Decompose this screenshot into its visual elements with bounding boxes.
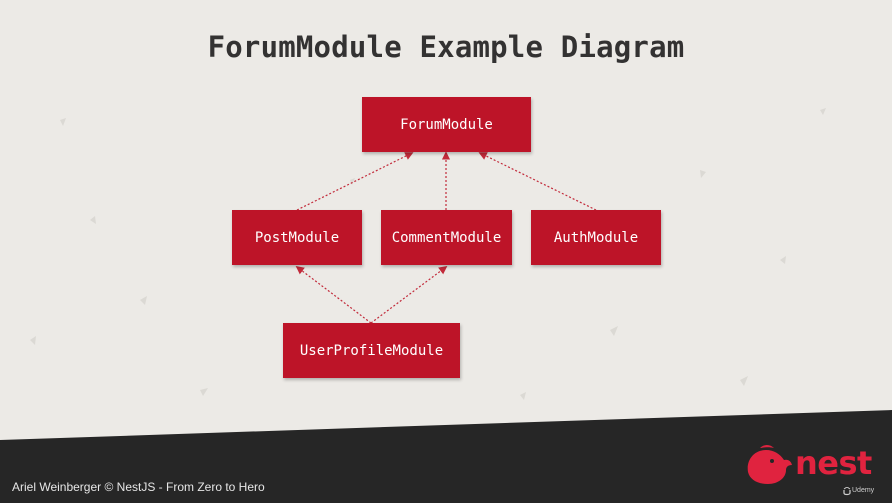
- footer-credit: Ariel Weinberger © NestJS - From Zero to…: [12, 480, 265, 494]
- slide: ForumModule Example Diagram ForumModule …: [0, 0, 892, 503]
- edge-userprofile-to-comment: [370, 265, 448, 324]
- edge-auth-to-forum: [478, 152, 597, 211]
- nest-logo-wordmark: nest: [795, 444, 872, 482]
- udemy-icon: [843, 487, 851, 496]
- node-comment-module: CommentModule: [381, 210, 512, 265]
- node-user-profile-module: UserProfileModule: [283, 323, 460, 378]
- node-post-module: PostModule: [232, 210, 362, 265]
- udemy-label: Udemy: [852, 487, 875, 494]
- edge-userprofile-to-post: [295, 265, 372, 324]
- node-auth-module: AuthModule: [531, 210, 661, 265]
- node-forum-module: ForumModule: [362, 97, 531, 152]
- edge-post-to-forum: [296, 152, 414, 211]
